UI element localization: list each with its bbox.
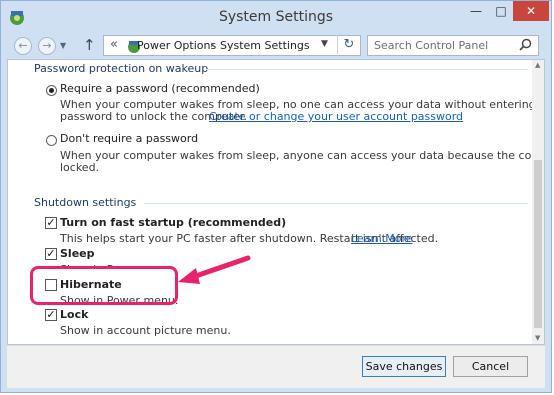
cancel-button[interactable]: Cancel <box>453 356 528 377</box>
hibernate-highlight-box <box>30 266 178 305</box>
search-placeholder: Search Control Panel <box>374 39 489 52</box>
breadcrumb-system-settings[interactable]: System Settings <box>220 39 310 52</box>
annotation-arrow-icon <box>178 255 251 284</box>
lock-checkbox[interactable]: ✓ <box>45 309 57 321</box>
dont-require-password-desc-2: locked. <box>60 161 100 174</box>
system-settings-window: System Settings — □ ✕ ← → ▼ ↑ « Power Op… <box>0 0 552 393</box>
search-input[interactable]: Search Control Panel <box>367 35 539 56</box>
password-section-heading: Password protection on wakeup <box>34 62 209 75</box>
dont-require-password-desc: When your computer wakes from sleep, any… <box>60 149 545 162</box>
navigation-bar: ← → ▼ ↑ « Power Options › System Setting… <box>7 33 545 59</box>
chevron-down-icon[interactable]: ▼ <box>321 39 328 49</box>
recent-pages-dropdown-icon[interactable]: ▼ <box>60 41 66 50</box>
refresh-icon[interactable]: ↻ <box>337 35 360 54</box>
minimize-button[interactable]: — <box>463 1 489 21</box>
forward-button[interactable]: → <box>38 37 56 55</box>
sleep-checkbox[interactable]: ✓ <box>45 248 57 260</box>
dont-require-password-label[interactable]: Don't require a password <box>60 132 198 145</box>
change-password-link[interactable]: Create or change your user account passw… <box>209 110 463 123</box>
up-arrow-icon[interactable]: ↑ <box>83 36 96 54</box>
learn-more-link[interactable]: Learn More <box>351 232 413 245</box>
require-password-radio[interactable] <box>46 85 57 96</box>
back-button[interactable]: ← <box>14 37 32 55</box>
sleep-label[interactable]: Sleep <box>60 247 95 260</box>
section-divider <box>144 203 528 204</box>
close-button[interactable]: ✕ <box>513 1 549 21</box>
require-password-label[interactable]: Require a password (recommended) <box>60 82 260 95</box>
shutdown-section-heading: Shutdown settings <box>34 196 137 209</box>
save-changes-button[interactable]: Save changes <box>362 356 446 377</box>
breadcrumb-overflow-icon[interactable]: « <box>110 37 118 52</box>
scroll-up-icon[interactable]: ▲ <box>535 61 540 69</box>
fast-startup-label[interactable]: Turn on fast startup (recommended) <box>60 216 286 229</box>
section-divider <box>206 69 528 70</box>
dialog-footer: Save changes Cancel <box>7 345 545 388</box>
scroll-down-icon[interactable]: ▼ <box>535 334 540 342</box>
maximize-button[interactable]: □ <box>489 1 513 21</box>
search-icon[interactable] <box>519 38 532 51</box>
breadcrumb-power-options[interactable]: Power Options <box>137 39 216 52</box>
fast-startup-checkbox[interactable]: ✓ <box>45 217 57 229</box>
lock-label[interactable]: Lock <box>60 308 88 321</box>
address-bar[interactable]: « Power Options › System Settings ▼ ↻ <box>103 35 361 56</box>
scrollbar-thumb[interactable] <box>534 160 542 328</box>
vertical-scrollbar[interactable]: ▲ ▼ <box>532 60 544 344</box>
lock-desc: Show in account picture menu. <box>60 324 231 337</box>
dont-require-password-radio[interactable] <box>46 135 57 146</box>
chevron-right-icon: › <box>210 38 215 51</box>
title-bar: System Settings — □ ✕ <box>1 1 551 33</box>
